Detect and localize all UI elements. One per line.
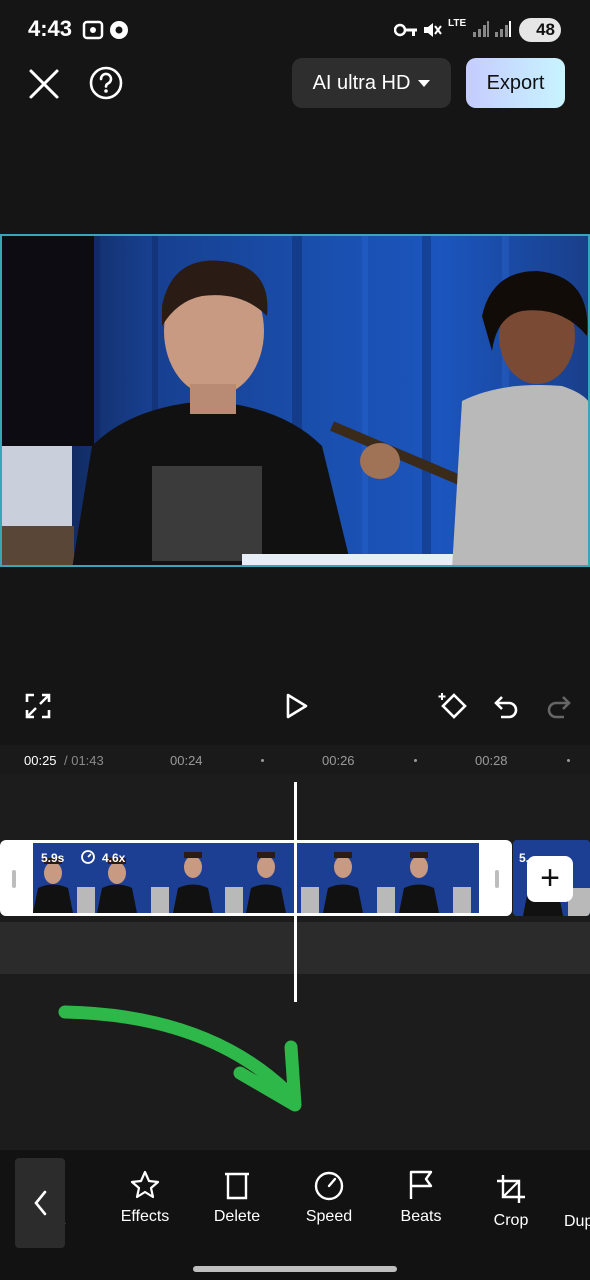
clip-duration: 5.9s bbox=[41, 851, 65, 865]
toolbar-back-button[interactable] bbox=[15, 1158, 65, 1248]
toolbar-item-label: Effects bbox=[120, 1208, 170, 1225]
clip-trim-handle-right[interactable] bbox=[495, 870, 499, 888]
crop-icon bbox=[497, 1175, 525, 1203]
close-icon[interactable] bbox=[24, 64, 64, 104]
keyframe-icon[interactable] bbox=[436, 690, 470, 722]
speed-icon bbox=[81, 850, 95, 864]
battery-level: 48 bbox=[536, 20, 555, 39]
signal-icon bbox=[473, 21, 489, 37]
signal-icon bbox=[495, 21, 511, 37]
speed-icon bbox=[314, 1171, 344, 1201]
toolbar-item-label: Crop bbox=[493, 1212, 529, 1229]
clip-thumbnails bbox=[33, 843, 479, 913]
chevron-down-icon bbox=[418, 79, 431, 87]
mute-icon bbox=[424, 23, 442, 37]
beats-flag-icon bbox=[409, 1170, 433, 1199]
tick-label: 00:24 bbox=[170, 753, 203, 768]
total-time: / 01:43 bbox=[64, 753, 104, 768]
toolbar-item-label: Speed bbox=[305, 1208, 353, 1225]
add-clip-button[interactable]: + bbox=[527, 856, 573, 902]
help-icon[interactable] bbox=[86, 63, 126, 103]
fullscreen-icon[interactable] bbox=[24, 692, 52, 720]
playhead[interactable] bbox=[294, 782, 297, 1002]
chevron-left-icon bbox=[34, 1190, 47, 1216]
video-preview[interactable] bbox=[0, 234, 590, 567]
tick-label: 00:26 bbox=[322, 753, 355, 768]
toolbar-item-duplicate[interactable]: Dup bbox=[564, 1213, 590, 1231]
network-type: LTE bbox=[448, 18, 467, 29]
toolbar-item-label: Beats bbox=[400, 1208, 442, 1225]
status-bar: 4:43 LTE 48 bbox=[0, 0, 590, 60]
quality-label: AI ultra HD bbox=[312, 71, 411, 94]
clip-trim-handle-left[interactable] bbox=[12, 870, 16, 888]
clip-thumbnail-strip bbox=[33, 843, 479, 913]
timeline-ruler[interactable]: 00:25 / 01:43 00:24 00:26 00:28 bbox=[0, 745, 590, 775]
toolbar-item-label: Delete bbox=[213, 1208, 261, 1225]
arrow-annotation-icon bbox=[58, 1005, 302, 1112]
toolbar-item-delete[interactable]: Delete bbox=[197, 1168, 277, 1226]
soccer-ball-icon bbox=[110, 21, 128, 39]
play-icon[interactable] bbox=[282, 692, 310, 720]
toolbar-item-beats[interactable]: Beats bbox=[381, 1168, 461, 1226]
status-time: 4:43 bbox=[28, 16, 73, 41]
home-indicator[interactable] bbox=[193, 1266, 397, 1272]
export-button[interactable]: Export bbox=[466, 58, 565, 108]
undo-icon[interactable] bbox=[491, 692, 519, 720]
quality-dropdown[interactable]: AI ultra HD bbox=[292, 58, 451, 108]
screen-capture-icon bbox=[82, 20, 104, 40]
toolbar-item-crop[interactable]: Crop bbox=[471, 1172, 551, 1230]
key-icon bbox=[394, 23, 417, 37]
current-time: 00:25 bbox=[24, 753, 57, 768]
clip-speed: 4.6x bbox=[102, 851, 126, 865]
tick-dot bbox=[261, 759, 264, 762]
delete-icon bbox=[225, 1172, 249, 1200]
redo-icon[interactable] bbox=[546, 692, 574, 720]
toolbar-item-speed[interactable]: Speed bbox=[289, 1168, 369, 1226]
toolbar-item-effects[interactable]: Effects bbox=[105, 1168, 185, 1226]
tick-label: 00:28 bbox=[475, 753, 508, 768]
battery-icon: 48 bbox=[519, 18, 561, 42]
toolbar-item-label: Dup bbox=[564, 1213, 590, 1230]
tick-dot bbox=[414, 759, 417, 762]
effects-star-icon bbox=[130, 1170, 160, 1199]
video-frame-image bbox=[2, 236, 588, 565]
tick-dot bbox=[567, 759, 570, 762]
